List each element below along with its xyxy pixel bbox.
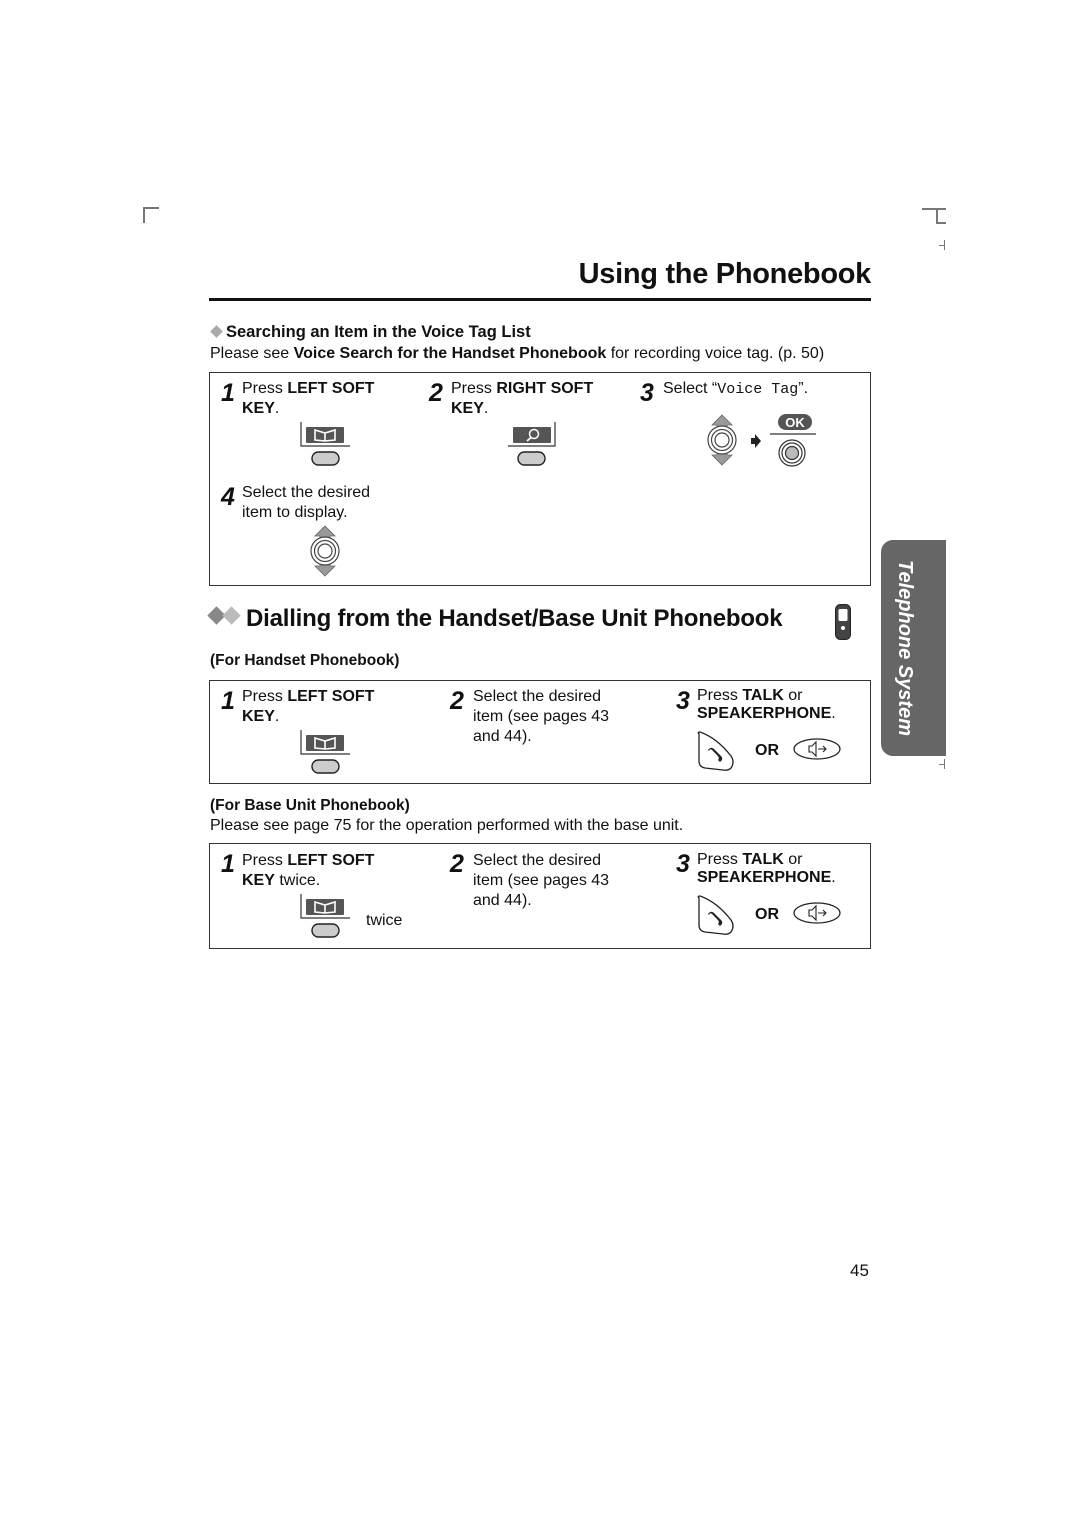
diamond-light-icon (222, 606, 241, 625)
step-text: Select “Voice Tag”. (663, 380, 809, 398)
or-label: OR (755, 742, 779, 759)
search-soft-key-icon (508, 422, 556, 466)
diamond-bullet-icon (210, 325, 223, 338)
step-number: 3 (676, 850, 690, 878)
handset-phonebook-heading: (For Handset Phonebook) (210, 652, 400, 669)
svg-text:OK: OK (785, 415, 805, 430)
step-number: 1 (221, 687, 235, 715)
step-text: Select the desired item to display. (242, 484, 371, 521)
step-text: Press TALK or SPEAKERPHONE. (697, 687, 836, 722)
phonebook-soft-key-icon (300, 730, 350, 774)
crop-mark-top-right-h (922, 208, 946, 210)
step-text: Select the desired item (see pages 43 an… (473, 852, 610, 909)
ok-key-icon: OK (770, 414, 816, 467)
step-number: 2 (429, 379, 443, 407)
handset-icon (835, 604, 851, 640)
step-text: Press LEFT SOFT KEY twice. (242, 852, 375, 889)
step-number: 1 (221, 850, 235, 878)
arrow-right-icon (751, 434, 761, 448)
step-number: 1 (221, 379, 235, 407)
voice-tag-intro: Please see Voice Search for the Handset … (210, 345, 825, 362)
step-number: 3 (676, 687, 690, 715)
phonebook-soft-key-icon (300, 894, 350, 938)
talk-key-icon (697, 731, 734, 771)
crop-mark-top-right-bottom (936, 222, 946, 224)
dialling-heading: Dialling from the Handset/Base Unit Phon… (207, 605, 783, 633)
step-number: 3 (640, 379, 654, 407)
section-tab-label: Telephone System (894, 560, 916, 736)
step-number: 2 (450, 850, 464, 878)
talk-key-icon (697, 895, 734, 935)
base-phonebook-heading: (For Base Unit Phonebook) (210, 797, 410, 814)
speakerphone-key-icon (793, 902, 841, 924)
phonebook-soft-key-icon (300, 422, 350, 466)
step-text: Select the desired item (see pages 43 an… (473, 688, 610, 745)
twice-label: twice (366, 912, 403, 929)
step-text: Press TALK or SPEAKERPHONE. (697, 851, 836, 886)
title-rule (209, 298, 871, 301)
crop-mark-top-right-v (936, 208, 938, 223)
or-label: OR (755, 906, 779, 923)
step-number: 2 (450, 687, 464, 715)
registration-mark-2h (939, 764, 945, 766)
navigator-key-icon (310, 525, 340, 577)
registration-mark-1h (939, 245, 945, 247)
crop-mark-top-left-v (143, 207, 145, 223)
page-title: Using the Phonebook (578, 258, 872, 290)
step-text: Press RIGHT SOFT KEY. (451, 380, 594, 417)
speakerphone-key-icon (793, 738, 841, 760)
voice-tag-heading: Searching an Item in the Voice Tag List (210, 323, 531, 342)
step-number: 4 (221, 483, 235, 511)
crop-mark-top-left-h (143, 207, 159, 209)
step-text: Press LEFT SOFT KEY. (242, 380, 375, 417)
base-phonebook-intro: Please see page 75 for the operation per… (210, 817, 684, 834)
step-text: Press LEFT SOFT KEY. (242, 688, 375, 725)
page-number: 45 (850, 1261, 869, 1280)
navigator-key-icon (707, 414, 737, 466)
